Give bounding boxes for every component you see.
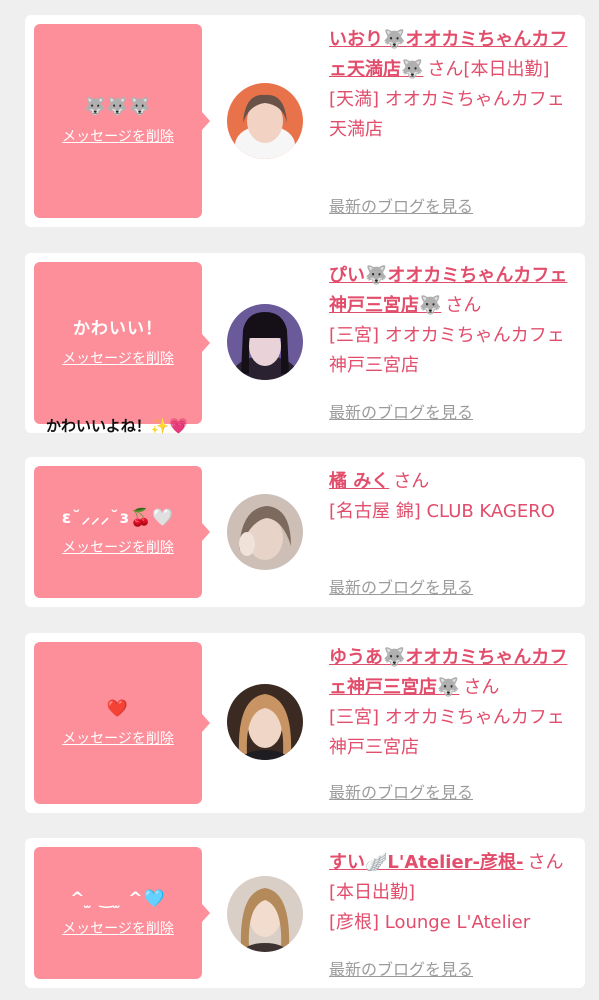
cast-name-line: ぴい🐺オオカミちゃんカフェ神戸三宮店🐺 さん (329, 261, 579, 321)
cast-info: ゆうあ🐺オオカミちゃんカフェ神戸三宮店🐺 さん [三宮] オオカミちゃんカフェ神戸… (329, 643, 579, 763)
avatar[interactable] (227, 684, 303, 760)
cast-info: 橘 みく さん [名古屋 錦] CLUB KAGERO (329, 467, 579, 527)
latest-blog-link[interactable]: 最新のブログを見る (329, 956, 473, 980)
cast-name-link[interactable]: ゆうあ🐺オオカミちゃんカフェ神戸三宮店🐺 (329, 647, 567, 698)
cast-name-line: 橘 みく さん (329, 467, 579, 497)
latest-blog-link[interactable]: 最新のブログを見る (329, 193, 473, 217)
message-card: ɛ˘⸝⸝⸝˘ɜ🍒🤍 メッセージを削除 橘 みく さん [名古屋 錦] CLUB K… (25, 457, 585, 607)
name-suffix: さん (445, 295, 482, 316)
cast-info: すい🪽L'Atelier-彦根- さん[本日出勤] [彦根] Lounge L'A… (329, 848, 579, 938)
message-bubble: かわいい！ メッセージを削除 (34, 262, 210, 424)
name-suffix: さん (463, 677, 500, 698)
cast-info: いおり🐺オオカミちゃんカフェ天満店🐺 さん[本日出勤] [天満] オオカミちゃんカ… (329, 25, 579, 145)
message-card: ^ ̫ ‿ ̫ ^🩵 メッセージを削除 すい🪽L'Atelier-彦根- さん[本… (25, 838, 585, 988)
delete-message-link[interactable]: メッセージを削除 (62, 918, 174, 938)
avatar[interactable] (227, 876, 303, 952)
shop-name: [三宮] オオカミちゃんカフェ神戸三宮店 (329, 707, 565, 758)
message-bubble: ɛ˘⸝⸝⸝˘ɜ🍒🤍 メッセージを削除 (34, 466, 210, 598)
avatar[interactable] (227, 83, 303, 159)
name-suffix: さん (393, 471, 430, 492)
cast-name-link[interactable]: すい🪽L'Atelier-彦根- (329, 852, 524, 873)
message-card: ❤️ メッセージを削除 ゆうあ🐺オオカミちゃんカフェ神戸三宮店🐺 さん [三宮] … (25, 633, 585, 813)
avatar[interactable] (227, 494, 303, 570)
message-text: ɛ˘⸝⸝⸝˘ɜ🍒🤍 (61, 508, 175, 528)
message-card: 🐺🐺🐺 メッセージを削除 いおり🐺オオカミちゃんカフェ天満店🐺 さん[本日出勤] … (25, 15, 585, 227)
overflow-message-text: かわいいよね！✨💗 (46, 417, 189, 435)
shop-name: [名古屋 錦] CLUB KAGERO (329, 501, 555, 522)
message-text: ^ ̫ ‿ ̫ ^🩵 (70, 889, 166, 909)
message-card: かわいい！ メッセージを削除 ぴい🐺オオカミちゃんカフェ神戸三宮店🐺 さん [三宮… (25, 253, 585, 433)
message-text: ❤️ (106, 699, 130, 719)
cast-name-line: ゆうあ🐺オオカミちゃんカフェ神戸三宮店🐺 さん (329, 643, 579, 703)
latest-blog-link[interactable]: 最新のブログを見る (329, 779, 473, 803)
name-suffix: さん[本日出勤] (427, 59, 550, 80)
delete-message-link[interactable]: メッセージを削除 (62, 728, 174, 748)
cast-name-line: いおり🐺オオカミちゃんカフェ天満店🐺 さん[本日出勤] (329, 25, 579, 85)
delete-message-link[interactable]: メッセージを削除 (62, 348, 174, 368)
latest-blog-link[interactable]: 最新のブログを見る (329, 574, 473, 598)
avatar[interactable] (227, 304, 303, 380)
cast-info: ぴい🐺オオカミちゃんカフェ神戸三宮店🐺 さん [三宮] オオカミちゃんカフェ神戸三… (329, 261, 579, 381)
cast-name-link[interactable]: 橘 みく (329, 471, 389, 492)
message-text: かわいい！ (73, 319, 163, 339)
delete-message-link[interactable]: メッセージを削除 (62, 537, 174, 557)
message-bubble: ❤️ メッセージを削除 (34, 642, 210, 804)
delete-message-link[interactable]: メッセージを削除 (62, 126, 174, 146)
message-bubble: 🐺🐺🐺 メッセージを削除 (34, 24, 210, 218)
latest-blog-link[interactable]: 最新のブログを見る (329, 399, 473, 423)
shop-name: [彦根] Lounge L'Atelier (329, 912, 531, 933)
shop-name: [天満] オオカミちゃんカフェ天満店 (329, 89, 565, 140)
cast-name-line: すい🪽L'Atelier-彦根- さん[本日出勤] (329, 848, 579, 908)
message-text: 🐺🐺🐺 (84, 97, 152, 117)
message-bubble: ^ ̫ ‿ ̫ ^🩵 メッセージを削除 (34, 847, 210, 979)
shop-name: [三宮] オオカミちゃんカフェ神戸三宮店 (329, 325, 565, 376)
